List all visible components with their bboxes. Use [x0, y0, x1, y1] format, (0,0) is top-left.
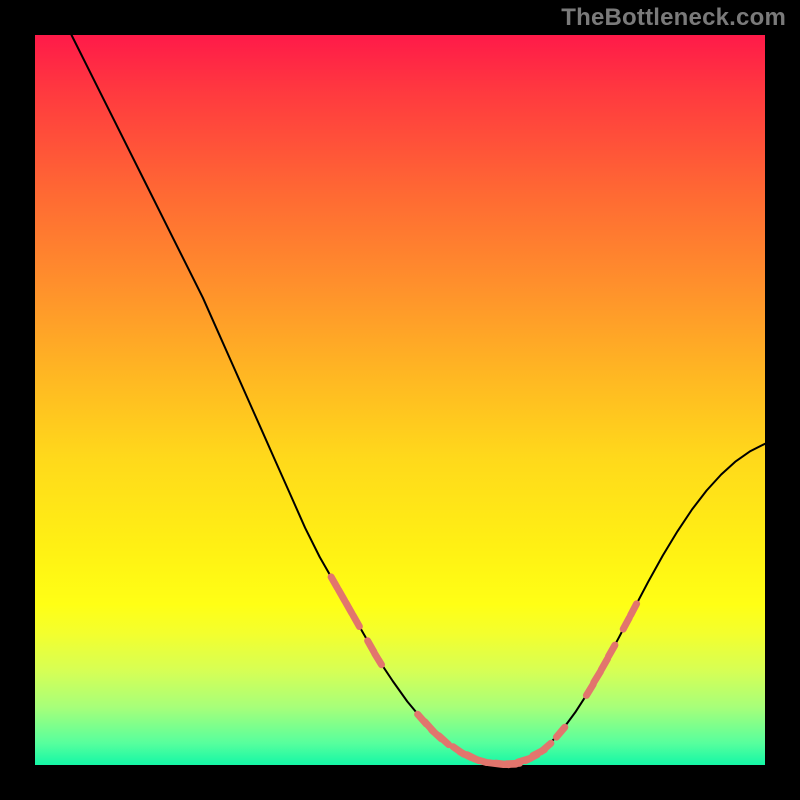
highlight-dash [331, 577, 337, 588]
highlight-dash [368, 641, 374, 652]
plot-svg [35, 35, 765, 765]
highlight-points [331, 577, 636, 765]
chart-frame: TheBottleneck.com [0, 0, 800, 800]
highlight-dash [609, 645, 615, 656]
bottleneck-curve [72, 35, 766, 764]
highlight-dash [353, 615, 359, 626]
highlight-dash [541, 743, 551, 752]
highlight-dash [375, 654, 382, 665]
highlight-dash [556, 727, 564, 737]
highlight-dash [631, 604, 637, 616]
highlight-dash [474, 759, 486, 763]
highlight-dash [346, 602, 352, 613]
highlight-dash [439, 736, 449, 745]
highlight-dash [586, 684, 593, 695]
plot-area [35, 35, 765, 765]
highlight-dash [623, 618, 629, 630]
watermark-text: TheBottleneck.com [561, 4, 786, 32]
highlight-dash [601, 659, 607, 670]
highlight-dash [338, 590, 344, 601]
highlight-dash [594, 672, 601, 683]
